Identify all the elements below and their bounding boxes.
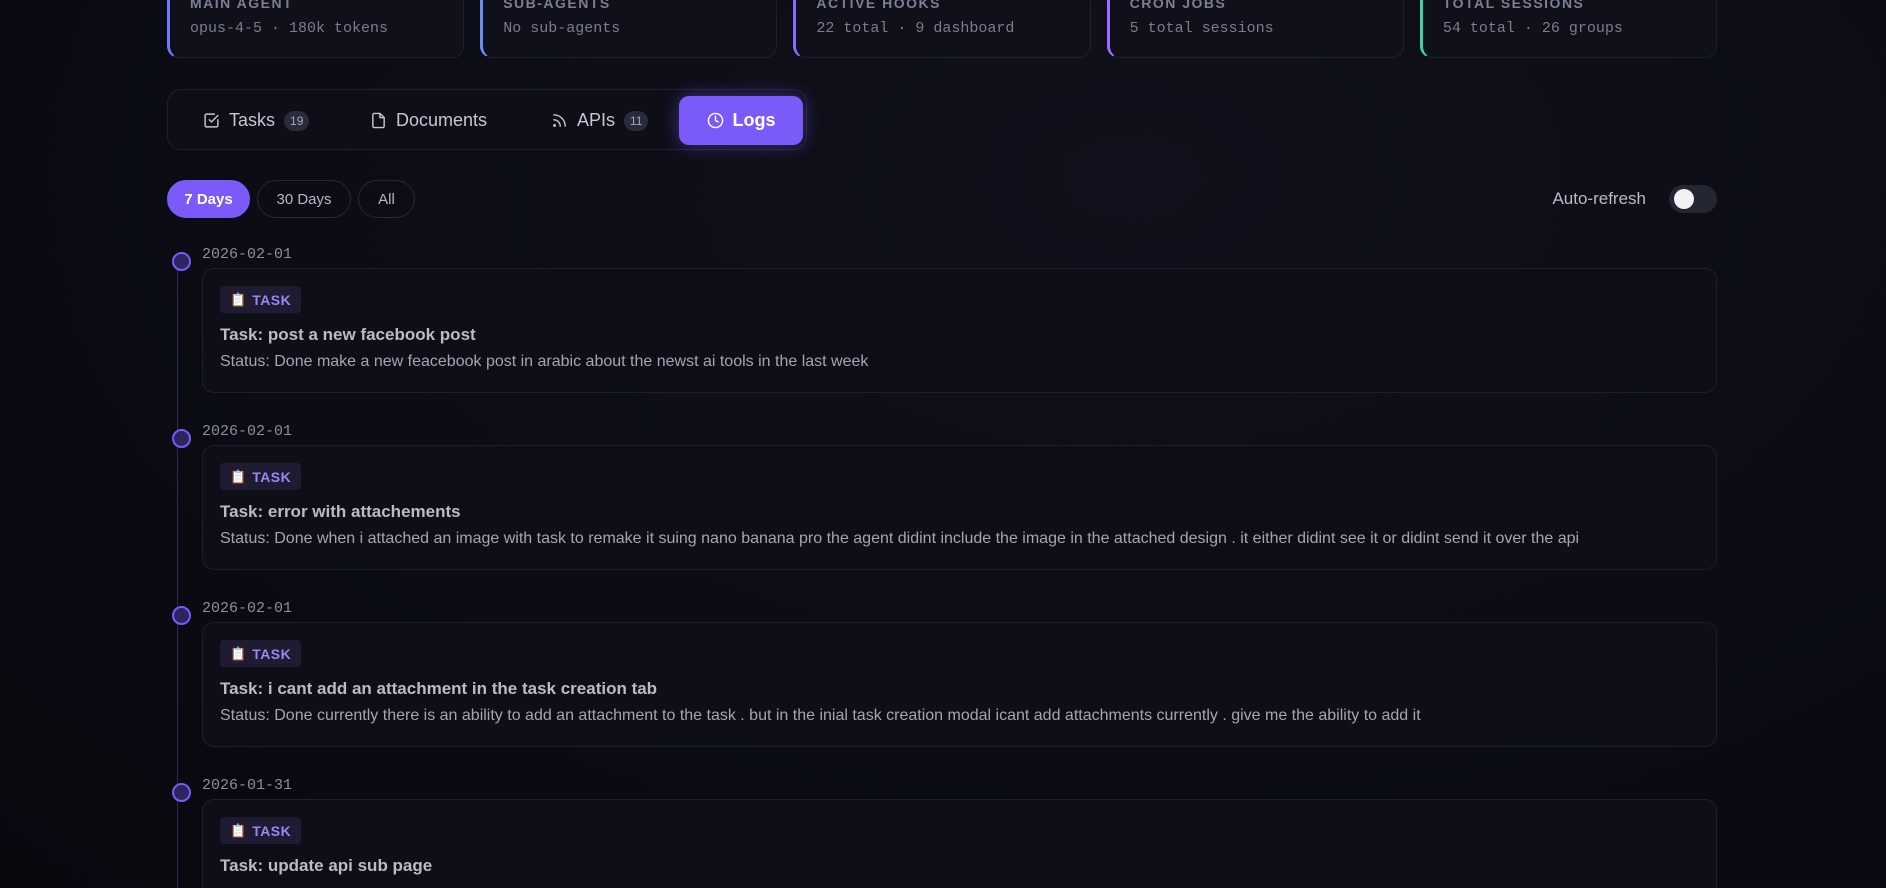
filter-all[interactable]: All	[358, 180, 415, 218]
task-badge-label: TASK	[252, 822, 292, 839]
stat-sub: 22 total · 9 dashboard	[816, 20, 1015, 37]
tab-logs-label: Logs	[732, 110, 776, 130]
checkbox-icon	[204, 113, 219, 128]
stat-label: SUB-AGENTS	[503, 0, 611, 11]
stat-label: MAIN AGENT	[190, 0, 294, 11]
log-date: 2026-02-01	[202, 246, 293, 263]
toggle-knob	[1674, 189, 1694, 209]
filter-30-days-label: 30 Days	[276, 190, 332, 208]
task-badge: 📋 TASK	[220, 817, 302, 844]
stat-label: CRON JOBS	[1129, 0, 1227, 11]
clipboard-icon: 📋	[230, 822, 247, 838]
filter-7-days-label: 7 Days	[184, 190, 233, 208]
stat-sub: 54 total · 26 groups	[1442, 20, 1623, 37]
tasks-count-badge: 19	[284, 110, 310, 131]
stat-card-active-hooks[interactable]: ACTIVE HOOKS 22 total · 9 dashboard	[793, 0, 1091, 58]
filter-7-days[interactable]: 7 Days	[167, 180, 250, 218]
log-status: Status: Done currently there is an abili…	[220, 707, 1421, 724]
task-badge-label: TASK	[252, 468, 292, 485]
tab-apis[interactable]: APIs 11	[551, 96, 649, 145]
log-card[interactable]: 📋 TASK Task: post a new facebook post St…	[202, 268, 1717, 393]
log-title: Task: error with attachements	[220, 502, 461, 521]
stat-card-total-sessions[interactable]: TOTAL SESSIONS 54 total · 26 groups	[1419, 0, 1718, 58]
stat-sub: 5 total sessions	[1129, 20, 1274, 37]
filter-all-label: All	[378, 190, 395, 208]
stat-sub: opus-4-5 · 180k tokens	[190, 20, 389, 37]
tab-tasks-label: Tasks	[229, 110, 276, 130]
log-card[interactable]: 📋 TASK Task: i cant add an attachment in…	[202, 622, 1717, 747]
tab-tasks[interactable]: Tasks 19	[203, 96, 310, 145]
clipboard-icon: 📋	[230, 468, 247, 484]
log-status: Status: Done make a new feacebook post i…	[220, 353, 869, 370]
rss-icon	[553, 114, 566, 127]
clipboard-icon: 📋	[230, 645, 247, 661]
apis-count-badge: 11	[624, 110, 649, 131]
log-status: Status: Done when i attached an image wi…	[220, 530, 1580, 547]
stat-sub: No sub-agents	[503, 20, 621, 37]
log-date: 2026-02-01	[202, 423, 293, 440]
stat-label: TOTAL SESSIONS	[1442, 0, 1585, 11]
log-title: Task: update api sub page	[220, 856, 433, 875]
log-date: 2026-02-01	[202, 600, 293, 617]
task-badge: 📋 TASK	[220, 640, 302, 667]
auto-refresh-label: Auto-refresh	[1552, 189, 1646, 208]
tab-documents[interactable]: Documents	[370, 96, 487, 145]
tab-apis-label: APIs	[577, 110, 616, 130]
document-icon	[372, 112, 385, 129]
task-badge-label: TASK	[252, 291, 292, 308]
clipboard-icon: 📋	[230, 291, 247, 307]
stat-card-cron-jobs[interactable]: CRON JOBS 5 total sessions	[1106, 0, 1404, 58]
timeline-dot	[172, 606, 191, 625]
timeline-dot	[172, 252, 191, 271]
log-card[interactable]: 📋 TASK Task: error with attachements Sta…	[202, 445, 1717, 570]
section-tabs: Tasks 19 Documents APIs 11 Logs	[167, 89, 807, 150]
stat-card-main-agent[interactable]: MAIN AGENT opus-4-5 · 180k tokens	[167, 0, 465, 58]
tab-documents-label: Documents	[396, 110, 488, 130]
log-title: Task: i cant add an attachment in the ta…	[220, 679, 658, 698]
clock-icon	[707, 112, 723, 129]
tab-logs[interactable]: Logs	[679, 96, 803, 145]
task-badge: 📋 TASK	[220, 286, 302, 313]
timeline-dot	[172, 783, 191, 802]
task-badge-label: TASK	[252, 645, 292, 662]
stat-label: ACTIVE HOOKS	[816, 0, 941, 11]
stats-row: MAIN AGENT opus-4-5 · 180k tokens SUB-AG…	[167, 0, 1718, 58]
filter-30-days[interactable]: 30 Days	[257, 180, 351, 218]
log-card[interactable]: 📋 TASK Task: update api sub page	[202, 799, 1717, 888]
auto-refresh-toggle[interactable]	[1669, 185, 1717, 213]
stat-card-sub-agents[interactable]: SUB-AGENTS No sub-agents	[480, 0, 778, 58]
timeline-dot	[172, 429, 191, 448]
task-badge: 📋 TASK	[220, 463, 302, 490]
log-title: Task: post a new facebook post	[220, 325, 476, 344]
log-date: 2026-01-31	[202, 777, 293, 794]
